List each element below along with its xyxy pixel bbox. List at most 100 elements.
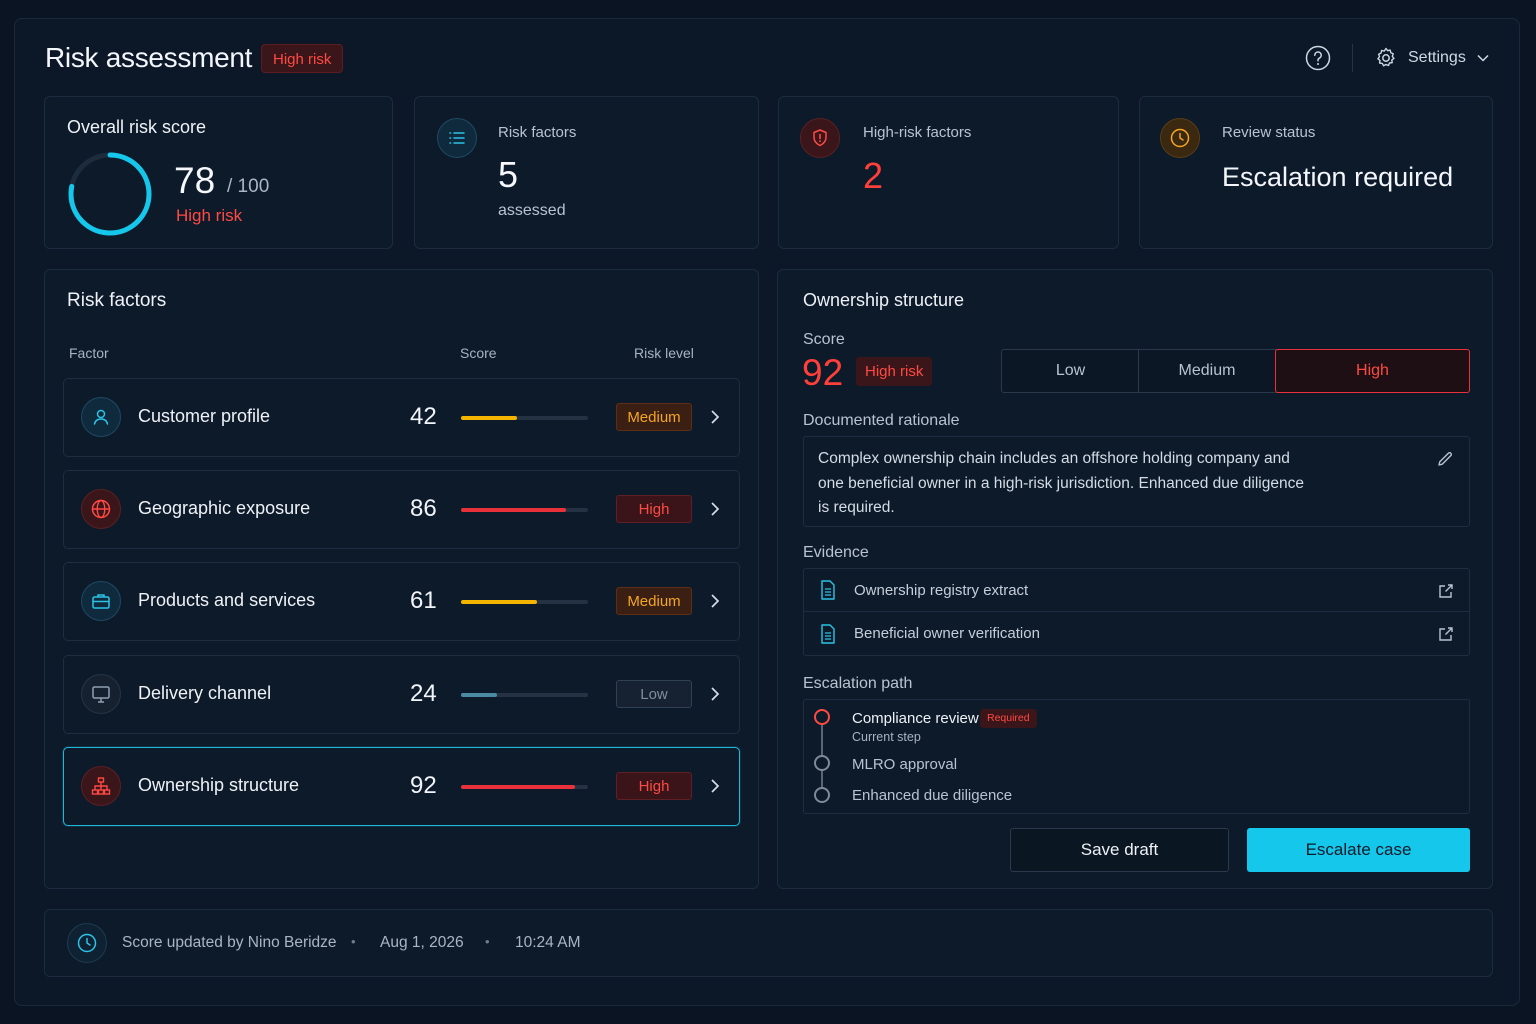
history-clock-icon (67, 923, 107, 963)
monitor-icon (81, 674, 121, 714)
risk-level-badge: High (616, 495, 692, 523)
high-risk-count: 2 (863, 155, 884, 196)
risk-level-badge: High (616, 772, 692, 800)
risk-factors-label: Risk factors (498, 124, 577, 141)
score-bar-fill (461, 508, 567, 512)
external-link-icon[interactable] (1437, 625, 1455, 643)
step-dot (814, 787, 830, 803)
footer-separator: • (485, 934, 490, 949)
score-bar-fill (461, 693, 497, 697)
risk-level-badge: Low (616, 680, 692, 708)
overall-score-value: 78 (174, 160, 216, 201)
factor-score: 42 (410, 403, 437, 430)
score-bar (461, 693, 588, 697)
overall-score-label: Overall risk score (67, 117, 207, 137)
evidence-item[interactable]: Beneficial owner verification (803, 612, 1470, 656)
score-bar-fill (461, 785, 576, 789)
chevron-right-icon (711, 594, 720, 608)
factor-name: Delivery channel (138, 683, 272, 703)
factor-row-customer-profile[interactable]: Customer profile 42 Medium (63, 378, 740, 457)
factor-row-delivery-channel[interactable]: Delivery channel 24 Low (63, 655, 740, 734)
factor-name: Products and services (138, 590, 316, 610)
step-name-current: Compliance review (852, 710, 979, 727)
chevron-right-icon (711, 502, 720, 516)
list-icon (437, 118, 477, 158)
page-title: Risk assessment (45, 42, 253, 73)
score-bar-fill (461, 416, 517, 420)
external-link-icon[interactable] (1437, 582, 1455, 600)
escalation-label: Escalation path (803, 675, 913, 692)
header-divider (1352, 44, 1353, 72)
evidence-label: Evidence (803, 544, 869, 561)
risk-factors-card (414, 96, 759, 249)
rationale-box[interactable]: Complex ownership chain includes an offs… (803, 436, 1470, 527)
updated-by-text: Score updated by Nino Beridze (122, 934, 337, 951)
column-risk-level: Risk level (634, 345, 694, 361)
updated-date: Aug 1, 2026 (380, 934, 464, 951)
factor-name: Customer profile (138, 406, 271, 426)
help-icon[interactable] (1305, 45, 1331, 71)
evidence-name: Ownership registry extract (854, 581, 1029, 599)
document-icon (821, 623, 835, 644)
user-icon (81, 397, 121, 437)
risk-factors-sub: assessed (498, 202, 566, 219)
high-risk-label: High-risk factors (863, 124, 972, 141)
footer-separator: • (351, 934, 356, 949)
score-bar (461, 416, 588, 420)
factor-row-products-and-services[interactable]: Products and services 61 Medium (63, 562, 740, 641)
score-bar (461, 508, 588, 512)
step-name: MLRO approval (852, 756, 958, 773)
factor-score: 92 (410, 772, 437, 799)
save-draft-button[interactable]: Save draft (1010, 828, 1229, 872)
briefcase-icon (81, 581, 121, 621)
ownership-title: Ownership structure (803, 290, 965, 310)
risk-level-badge: Medium (616, 403, 692, 431)
segment-medium[interactable]: Medium (1139, 349, 1275, 393)
org-chart-icon (81, 766, 121, 806)
rationale-line: is required. (818, 499, 895, 516)
column-score: Score (460, 345, 497, 361)
factor-name: Geographic exposure (138, 498, 311, 518)
rationale-line: one beneficial owner in a high-risk juri… (818, 474, 1304, 492)
ownership-score-label: Score (803, 331, 845, 348)
risk-badge: High risk (261, 44, 344, 73)
chevron-right-icon (711, 779, 720, 793)
evidence-item[interactable]: Ownership registry extract (803, 568, 1470, 612)
factor-score: 24 (410, 680, 437, 707)
segment-high[interactable]: High (1275, 349, 1470, 393)
high-risk-card (778, 96, 1119, 249)
clock-icon (1160, 118, 1200, 158)
column-factor: Factor (69, 345, 109, 361)
step-name: Enhanced due diligence (852, 787, 1013, 804)
factor-score: 61 (410, 587, 437, 614)
document-icon (821, 580, 835, 600)
settings-menu[interactable]: Settings (1374, 44, 1490, 72)
risk-level-badge: Medium (616, 587, 692, 615)
settings-label: Settings (1408, 49, 1466, 66)
rationale-line: Complex ownership chain includes an offs… (818, 450, 1290, 467)
pencil-icon[interactable] (1436, 450, 1454, 468)
factor-row-ownership-structure[interactable]: Ownership structure 92 High (63, 747, 740, 826)
segment-low[interactable]: Low (1002, 349, 1139, 393)
risk-factors-count: 5 (498, 154, 519, 195)
rationale-label: Documented rationale (803, 412, 960, 429)
required-badge: Required (980, 709, 1037, 728)
chevron-right-icon (711, 687, 720, 701)
review-status-label: Review status (1222, 124, 1316, 141)
review-status-value: Escalation required (1222, 162, 1454, 192)
factor-name: Ownership structure (138, 775, 300, 795)
updated-time: 10:24 AM (515, 934, 581, 951)
shield-alert-icon (800, 118, 840, 158)
score-ring (68, 152, 152, 236)
overall-risk-level: High risk (176, 206, 243, 225)
overall-score-max: / 100 (227, 176, 270, 197)
escalate-case-button[interactable]: Escalate case (1247, 828, 1470, 872)
risk-factors-title: Risk factors (67, 290, 167, 311)
globe-icon (81, 489, 121, 529)
step-dot-current (814, 709, 830, 725)
factor-score: 86 (410, 495, 437, 522)
score-bar (461, 600, 588, 604)
ownership-score: 92 (802, 352, 844, 393)
step-dot (814, 755, 830, 771)
factor-row-geographic-exposure[interactable]: Geographic exposure 86 High (63, 470, 740, 549)
